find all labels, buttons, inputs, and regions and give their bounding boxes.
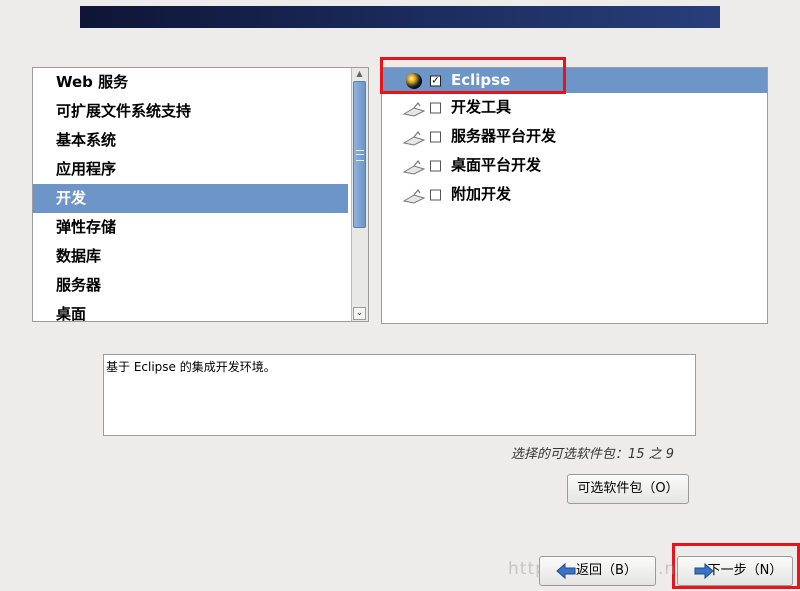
- package-icon: [402, 186, 426, 204]
- package-list[interactable]: ✓ Eclipse 开发工具 服务器平台开发 桌面平台开发 附加开发: [381, 67, 768, 324]
- back-button[interactable]: 返回（B）: [539, 556, 656, 586]
- package-icon: [402, 157, 426, 175]
- group-item-applications[interactable]: 应用程序: [33, 155, 348, 184]
- group-list-scrollbar[interactable]: ▲ ⌄: [351, 68, 368, 321]
- arrow-left-icon: [556, 562, 576, 580]
- grip-icon: [356, 150, 364, 161]
- scroll-up-icon[interactable]: ▲: [353, 68, 366, 80]
- group-item-servers[interactable]: 服务器: [33, 271, 348, 300]
- next-button-label: 下一步（N）: [707, 563, 783, 578]
- package-item-desktop-platform-dev[interactable]: 桌面平台开发: [382, 151, 767, 180]
- group-item-development[interactable]: 开发: [33, 184, 348, 213]
- scrollbar-thumb[interactable]: [353, 81, 366, 228]
- selected-package-count: 选择的可选软件包：15 之 9: [510, 447, 674, 462]
- package-label-desktop-platform-dev: 桌面平台开发: [451, 156, 542, 174]
- group-item-web-services[interactable]: Web 服务: [33, 68, 348, 97]
- package-label-additional-dev: 附加开发: [451, 185, 512, 203]
- checkbox-server-platform-dev[interactable]: [430, 131, 441, 142]
- package-item-dev-tools[interactable]: 开发工具: [382, 93, 767, 122]
- package-group-list[interactable]: Web 服务 可扩展文件系统支持 基本系统 应用程序 开发 弹性存储 数据库 服…: [32, 67, 369, 322]
- checkbox-eclipse[interactable]: ✓: [430, 75, 441, 86]
- header-banner: [80, 6, 720, 28]
- checkbox-dev-tools[interactable]: [430, 102, 441, 113]
- group-item-databases[interactable]: 数据库: [33, 242, 348, 271]
- checkbox-desktop-platform-dev[interactable]: [430, 160, 441, 171]
- group-item-base-system[interactable]: 基本系统: [33, 126, 348, 155]
- optional-packages-button[interactable]: 可选软件包（O）: [567, 474, 689, 504]
- globe-icon: [402, 72, 426, 90]
- scroll-down-icon[interactable]: ⌄: [353, 307, 366, 320]
- package-label-dev-tools: 开发工具: [451, 98, 512, 116]
- back-button-label: 返回（B）: [576, 563, 637, 578]
- package-item-eclipse[interactable]: ✓ Eclipse: [382, 68, 767, 93]
- package-label-eclipse: Eclipse: [451, 71, 511, 89]
- group-item-scalable-filesystem[interactable]: 可扩展文件系统支持: [33, 97, 348, 126]
- package-icon: [402, 99, 426, 117]
- package-item-additional-dev[interactable]: 附加开发: [382, 180, 767, 209]
- package-label-server-platform-dev: 服务器平台开发: [451, 127, 557, 145]
- group-item-resilient-storage[interactable]: 弹性存储: [33, 213, 348, 242]
- package-icon: [402, 128, 426, 146]
- package-item-server-platform-dev[interactable]: 服务器平台开发: [382, 122, 767, 151]
- arrow-right-icon: [694, 562, 714, 580]
- checkbox-additional-dev[interactable]: [430, 189, 441, 200]
- group-item-desktops[interactable]: 桌面: [33, 300, 348, 321]
- package-description: 基于 Eclipse 的集成开发环境。: [103, 354, 696, 436]
- next-button[interactable]: 下一步（N）: [677, 556, 793, 586]
